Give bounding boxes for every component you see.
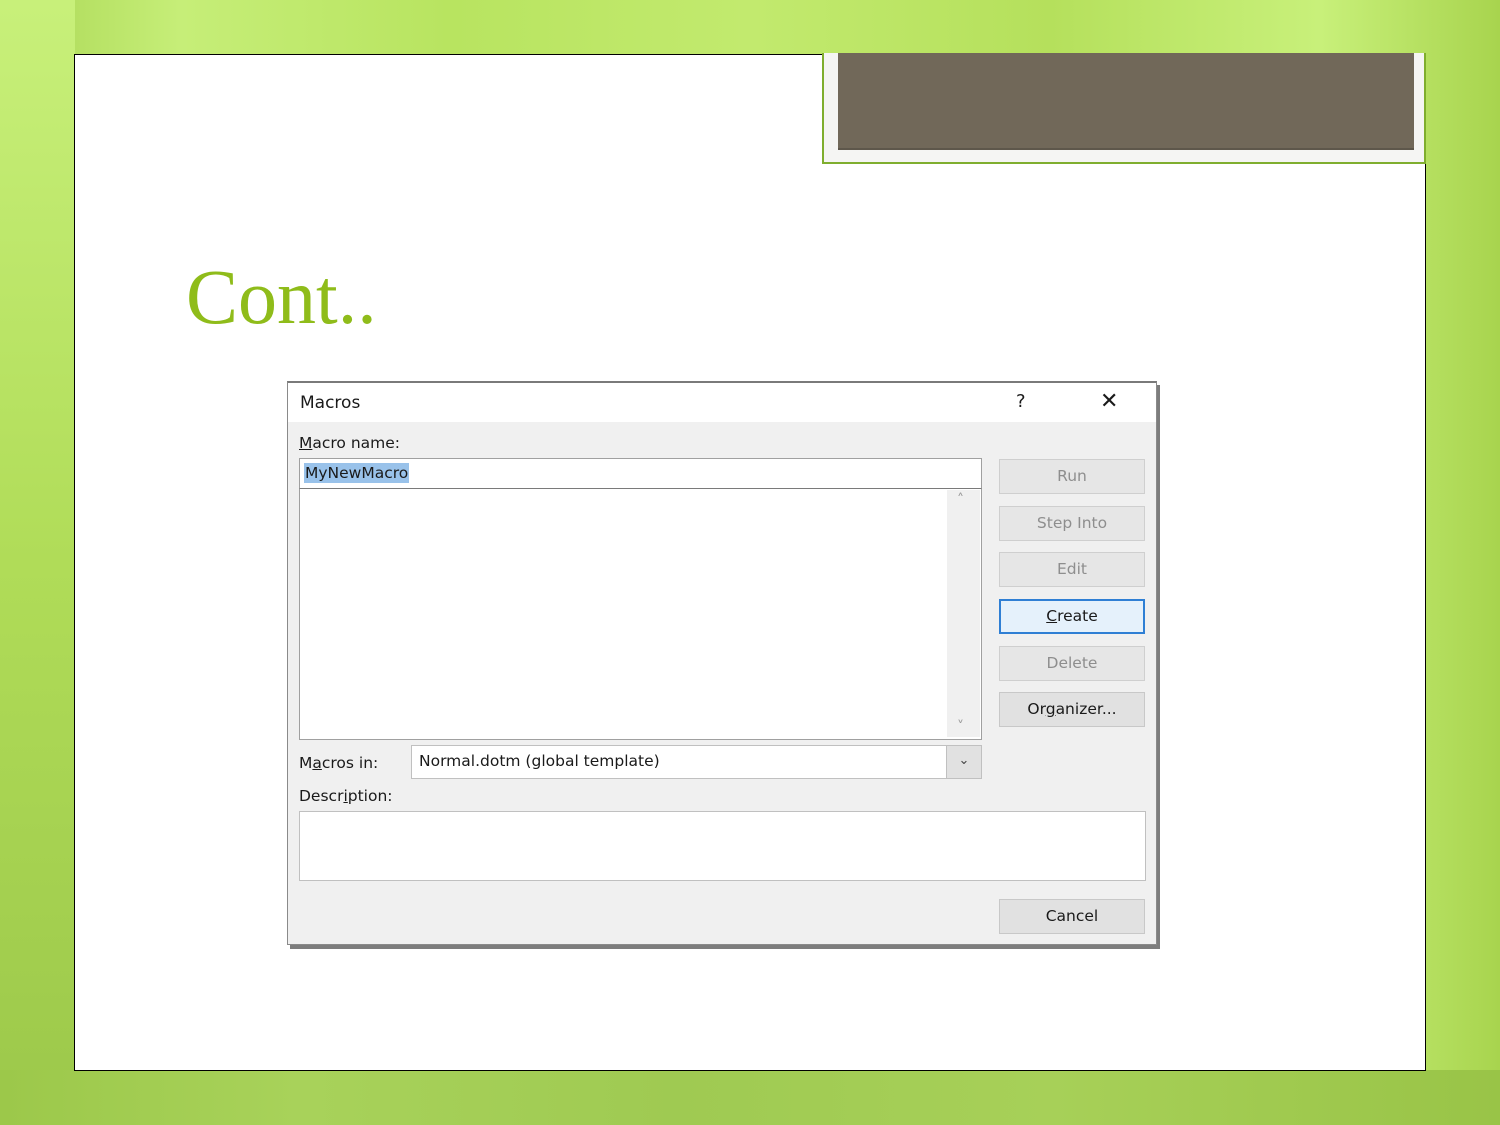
- scroll-up-icon[interactable]: ˄: [957, 492, 964, 508]
- organizer-button[interactable]: Organizer...: [999, 692, 1145, 727]
- close-icon[interactable]: ✕: [1100, 389, 1118, 414]
- button-text: Or: [1027, 700, 1046, 718]
- macro-name-label: Macro name:: [299, 434, 400, 452]
- macros-dialog: Macros ? ✕ Macro name: MyNewMacro ˄ ˅ Ru…: [287, 381, 1157, 945]
- label-text: cros in:: [321, 754, 379, 772]
- button-text: anizer...: [1055, 700, 1117, 718]
- accelerator-key: M: [299, 434, 313, 452]
- picture-frame: [822, 53, 1426, 164]
- dialog-titlebar: Macros ? ✕: [288, 383, 1156, 422]
- delete-button[interactable]: Delete: [999, 646, 1145, 681]
- picture-placeholder: [838, 53, 1414, 150]
- macro-name-input[interactable]: MyNewMacro: [299, 458, 982, 489]
- create-button[interactable]: Create: [999, 599, 1145, 634]
- accelerator-key: C: [1046, 607, 1058, 625]
- help-icon[interactable]: ?: [1016, 391, 1026, 412]
- step-into-button[interactable]: Step Into: [999, 506, 1145, 541]
- label-text: ption:: [347, 787, 393, 805]
- cancel-button[interactable]: Cancel: [999, 899, 1145, 934]
- chevron-down-icon[interactable]: ⌄: [946, 746, 981, 778]
- label-text: M: [299, 754, 313, 772]
- accelerator-key: g: [1045, 700, 1056, 718]
- label-text: acro name:: [312, 434, 401, 452]
- description-label: Description:: [299, 787, 393, 805]
- dialog-title: Macros: [300, 393, 361, 413]
- background-left: [0, 0, 75, 1125]
- list-scrollbar[interactable]: ˄ ˅: [947, 490, 980, 737]
- label-text: Descr: [299, 787, 344, 805]
- button-text: reate: [1057, 607, 1098, 625]
- run-button[interactable]: Run: [999, 459, 1145, 494]
- scroll-down-icon[interactable]: ˅: [957, 719, 964, 735]
- edit-button[interactable]: Edit: [999, 552, 1145, 587]
- description-field[interactable]: [299, 811, 1146, 881]
- macro-name-value: MyNewMacro: [304, 463, 410, 483]
- macros-in-label: Macros in:: [299, 754, 378, 772]
- slide-title: Cont..: [186, 253, 377, 340]
- macro-list[interactable]: ˄ ˅: [299, 489, 982, 740]
- background-bottom: [0, 1070, 1500, 1125]
- macros-in-value: Normal.dotm (global template): [419, 752, 660, 770]
- macros-in-dropdown[interactable]: Normal.dotm (global template) ⌄: [411, 745, 982, 779]
- accelerator-key: a: [312, 754, 322, 772]
